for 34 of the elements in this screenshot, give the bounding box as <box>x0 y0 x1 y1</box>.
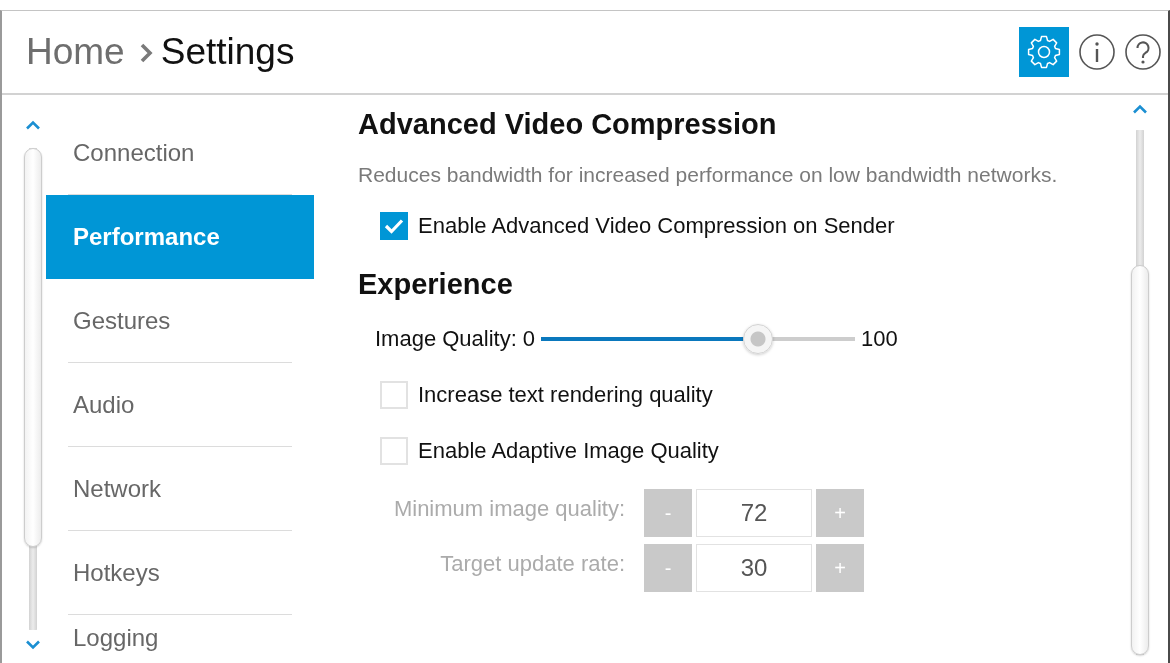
checkbox[interactable] <box>380 212 408 240</box>
slider-min-label: 0 <box>522 326 536 352</box>
help-button[interactable] <box>1125 34 1161 70</box>
page-title: Settings <box>160 30 295 74</box>
chevron-down-icon[interactable] <box>25 640 41 650</box>
scrollbar-track[interactable] <box>1131 130 1149 655</box>
checkbox-label: Enable Advanced Video Compression on Sender <box>418 213 895 239</box>
settings-button[interactable] <box>1019 27 1069 77</box>
slider-label: Image Quality: <box>375 326 517 352</box>
section-heading: Experience <box>358 267 514 301</box>
checkbox[interactable] <box>380 437 408 465</box>
help-icon <box>1125 34 1161 70</box>
info-icon <box>1079 34 1115 70</box>
sidebar-item[interactable]: Performance <box>46 195 314 279</box>
checkbox-label: Enable Adaptive Image Quality <box>418 438 719 464</box>
scrollbar-track[interactable] <box>24 148 42 630</box>
spinner-label: Target update rate: <box>439 551 625 577</box>
slider-thumb[interactable] <box>742 324 773 354</box>
checkmark-icon <box>384 218 404 234</box>
breadcrumb-link[interactable]: Home <box>26 30 125 74</box>
chevron-up-icon[interactable] <box>1132 104 1148 114</box>
description-text: Reduces bandwidth for increased performance on low bandwidth networks. <box>358 162 1059 188</box>
chevron-up-icon[interactable] <box>25 120 41 130</box>
scrollbar-thumb[interactable] <box>24 148 42 547</box>
section-heading: Advanced Video Compression <box>358 107 778 141</box>
chevron-right-icon <box>138 42 154 64</box>
spinner-label: Minimum image quality: <box>392 496 625 522</box>
info-button[interactable] <box>1079 34 1115 70</box>
settings-icon <box>1027 35 1061 69</box>
checkbox[interactable] <box>380 381 408 409</box>
sidebar-item[interactable]: Logging <box>46 615 314 663</box>
slider-max-label: 100 <box>861 326 898 352</box>
checkbox-label: Increase text rendering quality <box>418 382 713 408</box>
scrollbar-thumb[interactable] <box>1131 265 1149 655</box>
